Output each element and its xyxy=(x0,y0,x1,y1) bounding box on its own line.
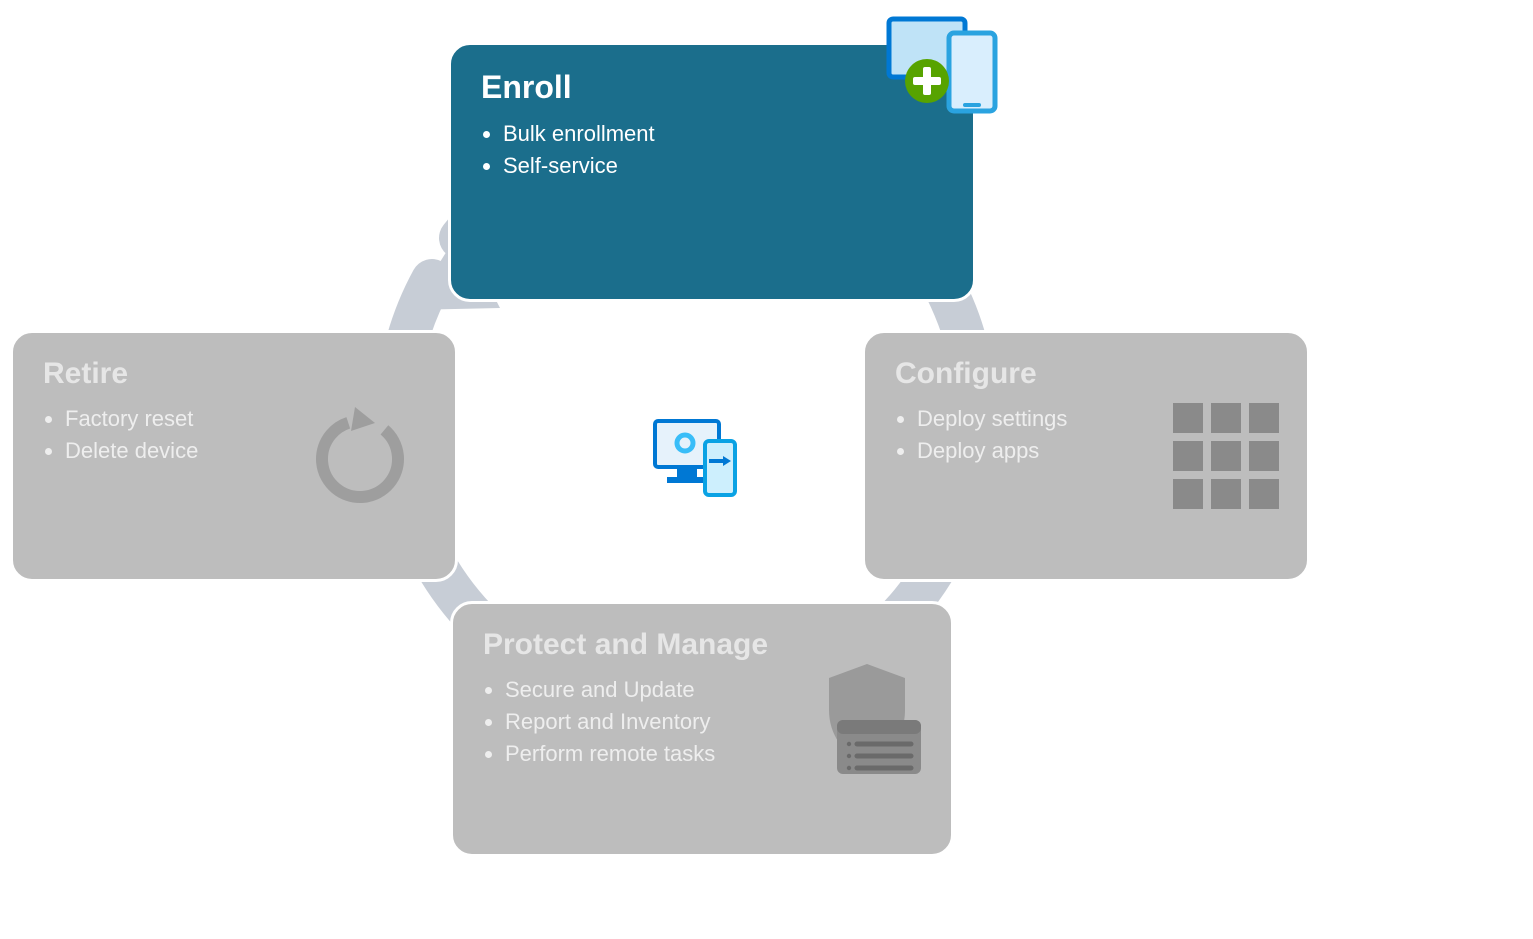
phase-enroll: Enroll Bulk enrollment Self-service xyxy=(448,42,976,302)
phase-item: Self-service xyxy=(503,150,943,182)
phase-title: Configure xyxy=(895,357,1277,391)
phase-retire: Retire Factory reset Delete device xyxy=(10,330,458,582)
phase-title: Enroll xyxy=(481,69,943,106)
phase-item: Bulk enrollment xyxy=(503,118,943,150)
phase-items: Bulk enrollment Self-service xyxy=(481,118,943,182)
phase-protect: Protect and Manage Secure and Update Rep… xyxy=(450,601,954,857)
phase-title: Retire xyxy=(43,357,425,391)
reset-cycle-icon xyxy=(305,401,415,516)
phase-title: Protect and Manage xyxy=(483,628,921,662)
enroll-devices-icon xyxy=(883,15,1003,130)
apps-grid-icon xyxy=(1173,403,1283,518)
shield-list-icon xyxy=(807,660,927,785)
phase-configure: Configure Deploy settings Deploy apps xyxy=(862,330,1310,582)
lifecycle-diagram: Enroll Bulk enrollment Self-service Conf… xyxy=(0,0,1533,939)
center-device-management-icon xyxy=(649,415,749,510)
